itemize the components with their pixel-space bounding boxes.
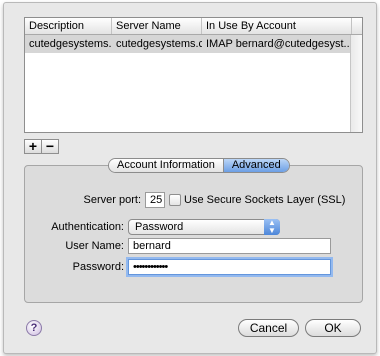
cell-description: cutedgesystems.... xyxy=(29,38,112,50)
server-port-label: Server port: xyxy=(83,194,141,206)
column-header-server-name[interactable]: Server Name xyxy=(112,18,202,34)
cell-server-name: cutedgesystems.com xyxy=(116,38,202,50)
username-field[interactable]: bernard xyxy=(128,238,331,254)
password-field[interactable]: •••••••••••• xyxy=(128,259,331,275)
password-label: Password: xyxy=(72,261,124,273)
smtp-server-sheet: Description Server Name In Use By Accoun… xyxy=(3,2,377,354)
tab-account-information[interactable]: Account Information xyxy=(109,159,223,172)
ssl-checkbox[interactable] xyxy=(169,194,181,206)
username-label: User Name: xyxy=(65,240,124,252)
authentication-value: Password xyxy=(135,221,184,233)
remove-server-button[interactable]: − xyxy=(41,139,59,154)
up-down-arrows-icon: ▲ ▼ xyxy=(264,219,280,235)
server-list-table[interactable]: Description Server Name In Use By Accoun… xyxy=(24,17,363,133)
tab-bar: Account Information Advanced xyxy=(108,158,290,173)
authentication-label: Authentication: xyxy=(51,221,124,233)
cancel-button[interactable]: Cancel xyxy=(238,319,299,337)
column-header-description[interactable]: Description xyxy=(25,18,112,34)
cell-account: IMAP bernard@cutedgesyst... xyxy=(206,38,352,50)
ssl-label: Use Secure Sockets Layer (SSL) xyxy=(184,194,346,206)
tab-advanced[interactable]: Advanced xyxy=(222,159,289,172)
help-icon[interactable]: ? xyxy=(26,320,42,336)
authentication-select[interactable]: Password ▲ ▼ xyxy=(128,219,280,235)
column-header-in-use-by-account[interactable]: In Use By Account xyxy=(202,18,352,34)
table-row[interactable]: cutedgesystems.... cutedgesystems.com IM… xyxy=(25,35,352,53)
vertical-scrollbar[interactable] xyxy=(350,35,362,132)
table-header: Description Server Name In Use By Accoun… xyxy=(25,18,362,35)
ok-button[interactable]: OK xyxy=(305,319,361,337)
server-port-field[interactable]: 25 xyxy=(145,192,165,208)
add-server-button[interactable]: + xyxy=(24,139,42,154)
